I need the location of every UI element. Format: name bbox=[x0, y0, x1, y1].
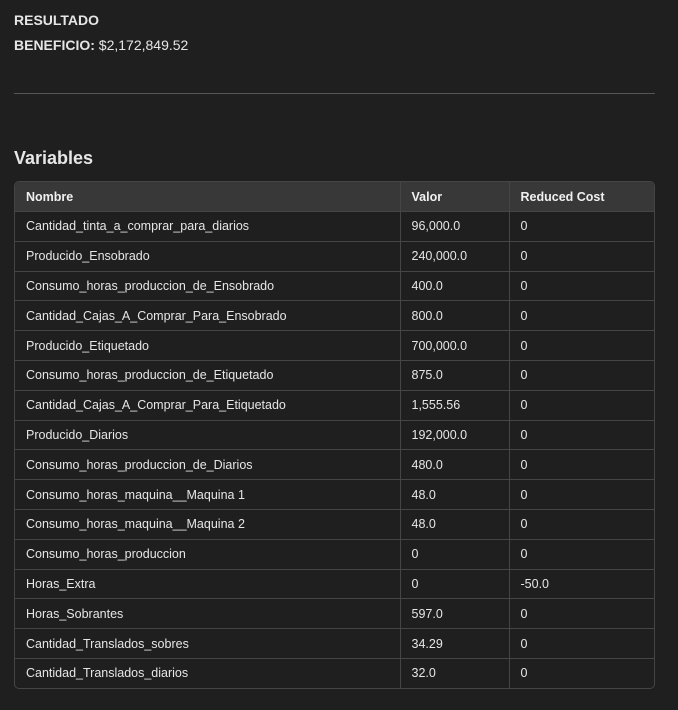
cell-reduced-cost: 0 bbox=[508, 479, 654, 510]
table-row: Consumo_horas_maquina__Maquina 1 48.0 0 bbox=[15, 479, 654, 510]
cell-reduced-cost: 0 bbox=[508, 270, 654, 301]
cell-reduced-cost: 0 bbox=[508, 628, 654, 659]
cell-nombre: Cantidad_Cajas_A_Comprar_Para_Ensobrado bbox=[15, 300, 400, 331]
cell-valor: 400.0 bbox=[399, 270, 509, 301]
table-row: Consumo_horas_produccion_de_Ensobrado 400… bbox=[15, 270, 654, 301]
column-header-nombre: Nombre bbox=[15, 182, 400, 212]
cell-valor: 48.0 bbox=[399, 508, 509, 540]
cell-nombre: Horas_Extra bbox=[15, 568, 400, 599]
table-row: Producido_Etiquetado 700,000.0 0 bbox=[15, 330, 654, 361]
cell-nombre: Consumo_horas_produccion bbox=[15, 538, 400, 570]
cell-nombre: Cantidad_Cajas_A_Comprar_Para_Etiquetado bbox=[15, 389, 400, 421]
cell-nombre: Consumo_horas_produccion_de_Diarios bbox=[15, 449, 400, 480]
cell-nombre: Horas_Sobrantes bbox=[15, 598, 400, 629]
cell-nombre: Producido_Ensobrado bbox=[15, 240, 400, 272]
cell-reduced-cost: 0 bbox=[508, 359, 654, 391]
table-row: Horas_Sobrantes 597.0 0 bbox=[15, 598, 654, 629]
cell-reduced-cost: 0 bbox=[508, 449, 654, 480]
variables-table-container: Nombre Valor Reduced Cost Cantidad_tinta… bbox=[14, 181, 655, 689]
result-title: RESULTADO bbox=[14, 12, 100, 28]
cell-valor: 32.0 bbox=[399, 657, 509, 688]
variables-heading: Variables bbox=[14, 148, 94, 168]
table-row: Producido_Diarios 192,000.0 0 bbox=[15, 419, 654, 450]
cell-reduced-cost: 0 bbox=[508, 330, 654, 361]
cell-valor: 48.0 bbox=[399, 479, 509, 510]
table-row: Producido_Ensobrado 240,000.0 0 bbox=[15, 240, 654, 272]
cell-reduced-cost: 0 bbox=[508, 211, 654, 242]
benefit-line: BENEFICIO: $2,172,849.52 bbox=[14, 37, 188, 53]
cell-valor: 192,000.0 bbox=[399, 419, 509, 450]
cell-valor: 700,000.0 bbox=[399, 330, 509, 361]
table-row: Cantidad_Translados_sobres 34.29 0 bbox=[15, 628, 654, 659]
table-row: Consumo_horas_produccion 0 0 bbox=[15, 538, 654, 570]
table-row: Consumo_horas_produccion_de_Etiquetado 87… bbox=[15, 359, 654, 391]
cell-valor: 34.29 bbox=[399, 628, 509, 659]
table-header-row: Nombre Valor Reduced Cost bbox=[15, 182, 654, 212]
table-row: Cantidad_Cajas_A_Comprar_Para_Etiquetado… bbox=[15, 389, 654, 421]
table-body: Cantidad_tinta_a_comprar_para_diarios 96,… bbox=[15, 211, 654, 688]
cell-reduced-cost: 0 bbox=[508, 300, 654, 331]
table-row: Consumo_horas_maquina__Maquina 2 48.0 0 bbox=[15, 508, 654, 540]
cell-reduced-cost: 0 bbox=[508, 508, 654, 540]
cell-valor: 480.0 bbox=[399, 449, 509, 480]
cell-valor: 96,000.0 bbox=[399, 211, 509, 242]
cell-reduced-cost: 0 bbox=[508, 419, 654, 450]
cell-nombre: Cantidad_tinta_a_comprar_para_diarios bbox=[15, 211, 400, 242]
benefit-value: $2,172,849.52 bbox=[98, 37, 189, 53]
cell-reduced-cost: 0 bbox=[508, 240, 654, 272]
cell-nombre: Consumo_horas_maquina__Maquina 2 bbox=[15, 508, 400, 540]
cell-valor: 875.0 bbox=[399, 359, 509, 391]
cell-nombre: Cantidad_Translados_sobres bbox=[15, 628, 400, 659]
variables-table: Nombre Valor Reduced Cost Cantidad_tinta… bbox=[15, 182, 654, 688]
cell-nombre: Cantidad_Translados_diarios bbox=[15, 657, 400, 688]
table-row: Horas_Extra 0 -50.0 bbox=[15, 568, 654, 599]
cell-nombre: Producido_Diarios bbox=[15, 419, 400, 450]
table-row: Consumo_horas_produccion_de_Diarios 480.0… bbox=[15, 449, 654, 480]
cell-valor: 0 bbox=[399, 568, 509, 599]
cell-nombre: Producido_Etiquetado bbox=[15, 330, 400, 361]
table-row: Cantidad_Translados_diarios 32.0 0 bbox=[15, 657, 654, 688]
cell-nombre: Consumo_horas_produccion_de_Ensobrado bbox=[15, 270, 400, 301]
cell-nombre: Consumo_horas_maquina__Maquina 1 bbox=[15, 479, 400, 510]
divider bbox=[14, 93, 655, 94]
cell-valor: 0 bbox=[399, 538, 509, 570]
column-header-valor: Valor bbox=[399, 182, 509, 212]
cell-valor: 1,555.56 bbox=[399, 389, 509, 421]
cell-valor: 800.0 bbox=[399, 300, 509, 331]
cell-reduced-cost: 0 bbox=[508, 598, 654, 629]
cell-reduced-cost: -50.0 bbox=[508, 568, 654, 599]
cell-nombre: Consumo_horas_produccion_de_Etiquetado bbox=[15, 359, 400, 391]
cell-valor: 240,000.0 bbox=[399, 240, 509, 272]
benefit-label: BENEFICIO: bbox=[14, 37, 95, 53]
cell-reduced-cost: 0 bbox=[508, 538, 654, 570]
cell-reduced-cost: 0 bbox=[508, 657, 654, 688]
table-row: Cantidad_Cajas_A_Comprar_Para_Ensobrado 8… bbox=[15, 300, 654, 331]
column-header-reduced-cost: Reduced Cost bbox=[508, 182, 654, 212]
cell-valor: 597.0 bbox=[399, 598, 509, 629]
cell-reduced-cost: 0 bbox=[508, 389, 654, 421]
table-row: Cantidad_tinta_a_comprar_para_diarios 96,… bbox=[15, 211, 654, 242]
